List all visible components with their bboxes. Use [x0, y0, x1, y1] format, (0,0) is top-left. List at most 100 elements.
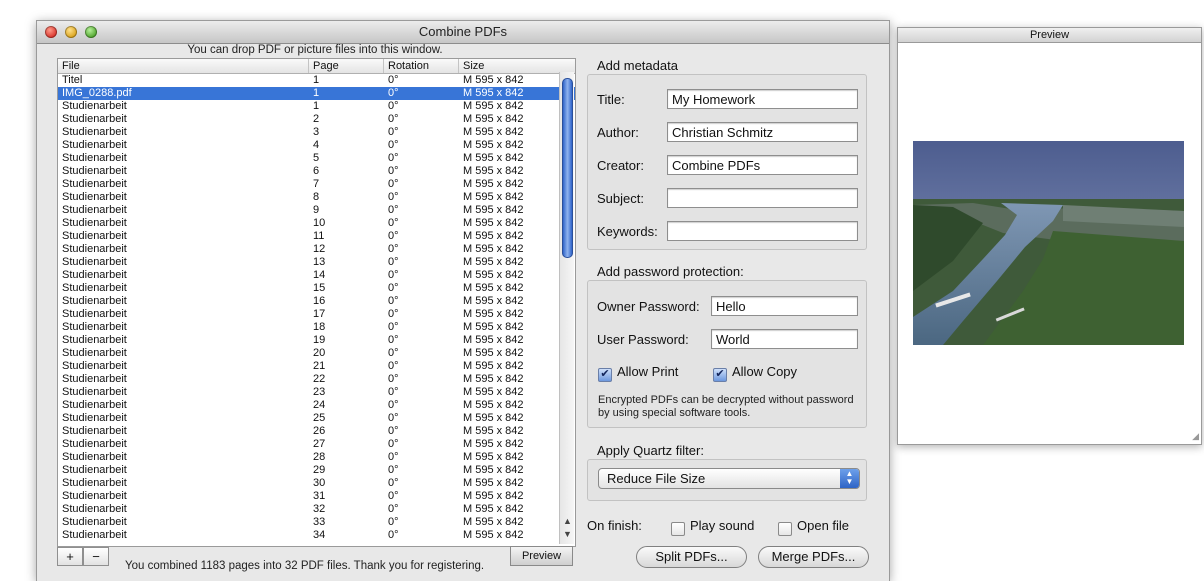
table-row[interactable]: Studienarbeit 32 0° M 595 x 842 — [58, 503, 575, 516]
table-row[interactable]: Studienarbeit 3 0° M 595 x 842 — [58, 126, 575, 139]
page-cell: 10 — [313, 217, 326, 229]
table-row[interactable]: Studienarbeit 23 0° M 595 x 842 — [58, 386, 575, 399]
table-row[interactable]: Studienarbeit 11 0° M 595 x 842 — [58, 230, 575, 243]
table-row[interactable]: Studienarbeit 4 0° M 595 x 842 — [58, 139, 575, 152]
owner-password-field[interactable]: Hello — [711, 296, 858, 316]
title-field[interactable]: My Homework — [667, 89, 858, 109]
table-row[interactable]: Studienarbeit 15 0° M 595 x 842 — [58, 282, 575, 295]
table-row[interactable]: Studienarbeit 1 0° M 595 x 842 — [58, 100, 575, 113]
owner-password-label: Owner Password: — [597, 299, 700, 314]
title-bar[interactable]: Combine PDFs — [37, 21, 889, 44]
rotation-cell: 0° — [388, 256, 399, 268]
table-row[interactable]: Studienarbeit 31 0° M 595 x 842 — [58, 490, 575, 503]
file-cell: Studienarbeit — [62, 425, 127, 437]
table-row[interactable]: Studienarbeit 5 0° M 595 x 842 — [58, 152, 575, 165]
keywords-field[interactable] — [667, 221, 858, 241]
rotation-cell: 0° — [388, 308, 399, 320]
table-row[interactable]: Studienarbeit 14 0° M 595 x 842 — [58, 269, 575, 282]
table-row[interactable]: Studienarbeit 34 0° M 595 x 842 — [58, 529, 575, 542]
size-cell: M 595 x 842 — [463, 321, 524, 333]
page-cell: 9 — [313, 204, 320, 216]
file-cell: Studienarbeit — [62, 217, 127, 229]
size-cell: M 595 x 842 — [463, 516, 524, 528]
file-cell: Studienarbeit — [62, 321, 127, 333]
table-row[interactable]: Studienarbeit 18 0° M 595 x 842 — [58, 321, 575, 334]
preview-button[interactable]: Preview — [510, 546, 573, 566]
rotation-cell: 0° — [388, 204, 399, 216]
resize-grip-icon[interactable]: ◢ — [1192, 431, 1199, 442]
table-row[interactable]: Studienarbeit 6 0° M 595 x 842 — [58, 165, 575, 178]
table-row[interactable]: Studienarbeit 26 0° M 595 x 842 — [58, 425, 575, 438]
table-row[interactable]: Studienarbeit 29 0° M 595 x 842 — [58, 464, 575, 477]
table-row[interactable]: Studienarbeit 21 0° M 595 x 842 — [58, 360, 575, 373]
table-row[interactable]: Studienarbeit 30 0° M 595 x 842 — [58, 477, 575, 490]
table-row[interactable]: Studienarbeit 28 0° M 595 x 842 — [58, 451, 575, 464]
quartz-filter-select[interactable]: Reduce File Size ▲ ▼ — [598, 468, 860, 489]
file-cell: Studienarbeit — [62, 386, 127, 398]
subject-field[interactable] — [667, 188, 858, 208]
user-password-field[interactable]: World — [711, 329, 858, 349]
table-row[interactable]: Studienarbeit 22 0° M 595 x 842 — [58, 373, 575, 386]
rotation-cell: 0° — [388, 191, 399, 203]
scrollbar-thumb[interactable] — [562, 78, 573, 258]
table-row[interactable]: Studienarbeit 16 0° M 595 x 842 — [58, 295, 575, 308]
open-file-checkbox[interactable]: ✔ Open file — [778, 518, 849, 536]
page-cell: 4 — [313, 139, 320, 151]
table-row[interactable]: Studienarbeit 25 0° M 595 x 842 — [58, 412, 575, 425]
allow-copy-checkbox[interactable]: ✔ Allow Copy — [713, 364, 797, 382]
column-header-rotation[interactable]: Rotation — [384, 59, 459, 73]
preview-title[interactable]: Preview — [898, 28, 1201, 43]
author-field[interactable]: Christian Schmitz — [667, 122, 858, 142]
table-row[interactable]: IMG_0288.pdf 1 0° M 595 x 842 — [58, 87, 575, 100]
table-row[interactable]: Studienarbeit 19 0° M 595 x 842 — [58, 334, 575, 347]
rotation-cell: 0° — [388, 451, 399, 463]
table-row[interactable]: Studienarbeit 13 0° M 595 x 842 — [58, 256, 575, 269]
table-scrollbar[interactable]: ▲ ▼ — [559, 72, 574, 544]
rotation-cell: 0° — [388, 178, 399, 190]
size-cell: M 595 x 842 — [463, 282, 524, 294]
page-cell: 11 — [313, 230, 325, 242]
rotation-cell: 0° — [388, 152, 399, 164]
column-header-page[interactable]: Page — [309, 59, 384, 73]
remove-file-button[interactable]: − — [83, 547, 109, 566]
size-cell: M 595 x 842 — [463, 373, 524, 385]
play-sound-checkbox[interactable]: ✔ Play sound — [671, 518, 754, 536]
table-row[interactable]: Studienarbeit 10 0° M 595 x 842 — [58, 217, 575, 230]
rotation-cell: 0° — [388, 503, 399, 515]
rotation-cell: 0° — [388, 282, 399, 294]
table-row[interactable]: Studienarbeit 2 0° M 595 x 842 — [58, 113, 575, 126]
combine-pdfs-window: Combine PDFs You can drop PDF or picture… — [36, 20, 890, 581]
add-file-button[interactable]: + — [57, 547, 83, 566]
size-cell: M 595 x 842 — [463, 334, 524, 346]
scroll-up-arrow-icon[interactable]: ▲ — [563, 516, 572, 526]
column-header-file[interactable]: File — [58, 59, 309, 73]
merge-pdfs-button[interactable]: Merge PDFs... — [758, 546, 869, 568]
table-row[interactable]: Titel 1 0° M 595 x 842 — [58, 74, 575, 87]
column-header-size[interactable]: Size — [459, 59, 575, 73]
table-row[interactable]: Studienarbeit 8 0° M 595 x 842 — [58, 191, 575, 204]
page-cell: 15 — [313, 282, 326, 294]
file-cell: Studienarbeit — [62, 152, 127, 164]
file-cell: Studienarbeit — [62, 503, 127, 515]
allow-print-checkbox[interactable]: ✔ Allow Print — [598, 364, 678, 382]
table-row[interactable]: Studienarbeit 20 0° M 595 x 842 — [58, 347, 575, 360]
table-row[interactable]: Studienarbeit 17 0° M 595 x 842 — [58, 308, 575, 321]
creator-field[interactable]: Combine PDFs — [667, 155, 858, 175]
table-row[interactable]: Studienarbeit 24 0° M 595 x 842 — [58, 399, 575, 412]
table-row[interactable]: Studienarbeit 12 0° M 595 x 842 — [58, 243, 575, 256]
subject-label: Subject: — [597, 191, 644, 206]
rotation-cell: 0° — [388, 360, 399, 372]
split-pdfs-button[interactable]: Split PDFs... — [636, 546, 747, 568]
size-cell: M 595 x 842 — [463, 191, 524, 203]
rotation-cell: 0° — [388, 373, 399, 385]
table-row[interactable]: Studienarbeit 27 0° M 595 x 842 — [58, 438, 575, 451]
file-cell: Studienarbeit — [62, 490, 127, 502]
scroll-down-arrow-icon[interactable]: ▼ — [563, 529, 572, 539]
table-row[interactable]: Studienarbeit 33 0° M 595 x 842 — [58, 516, 575, 529]
table-row[interactable]: Studienarbeit 7 0° M 595 x 842 — [58, 178, 575, 191]
file-table[interactable]: File Page Rotation Size Titel 1 0° M 595 x … — [57, 58, 576, 547]
rotation-cell: 0° — [388, 490, 399, 502]
page-cell: 31 — [313, 490, 326, 502]
table-row[interactable]: Studienarbeit 9 0° M 595 x 842 — [58, 204, 575, 217]
page-cell: 3 — [313, 126, 320, 138]
